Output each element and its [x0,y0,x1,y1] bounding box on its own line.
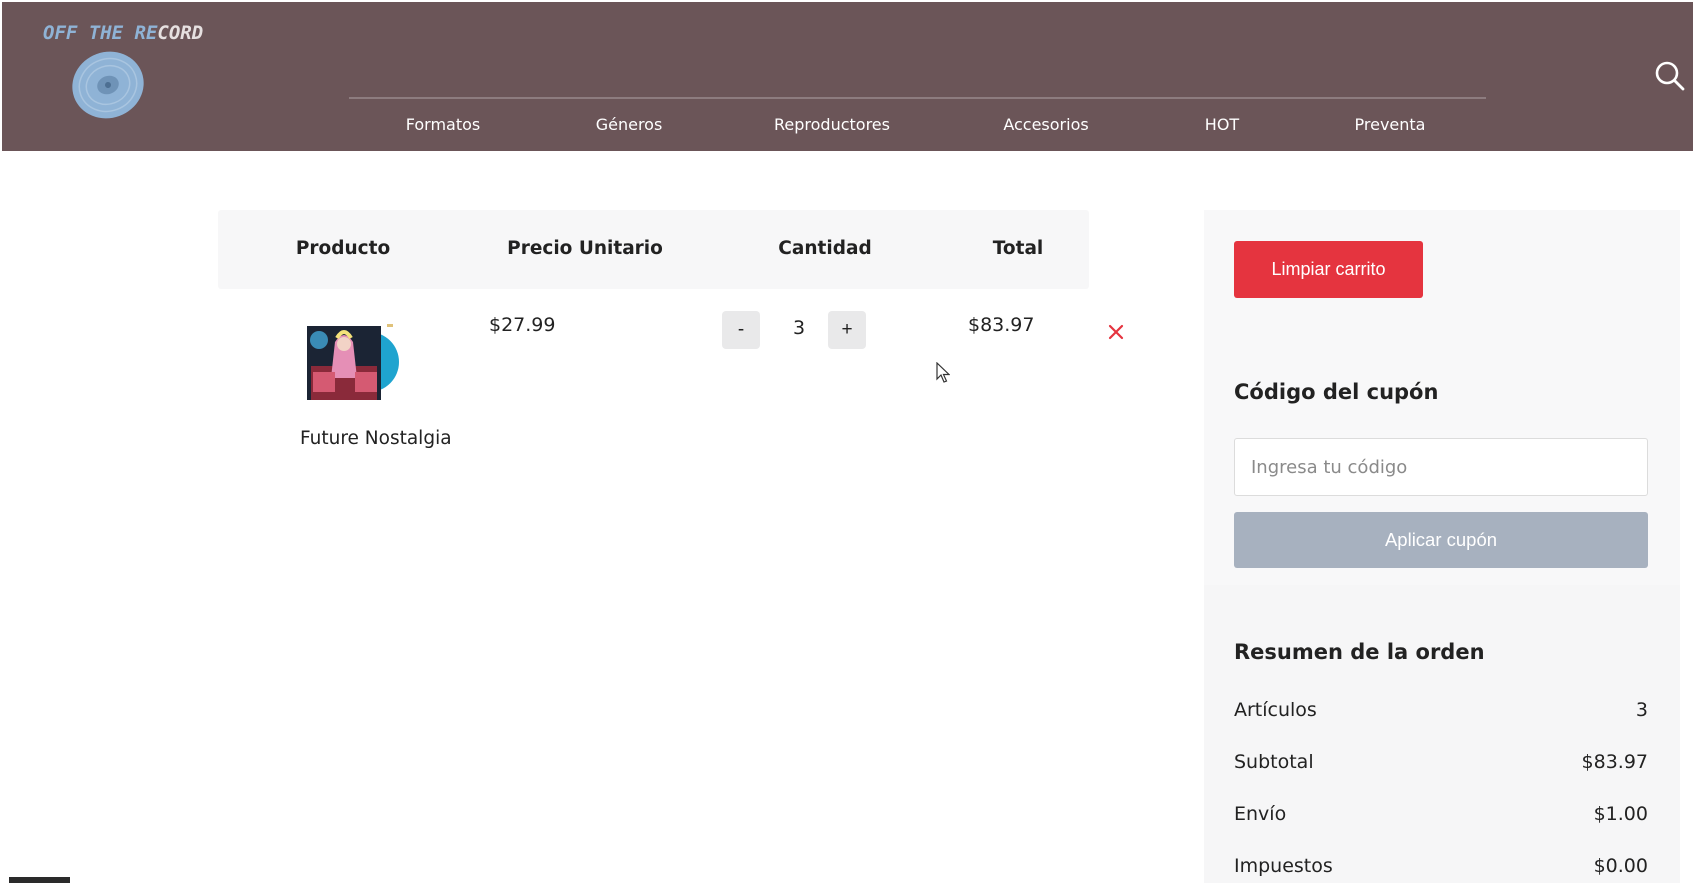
page: OFF THE RECORD Formatos Géneros Reproduc… [0,0,1693,883]
line-total: $83.97 [968,314,1035,336]
apply-coupon-button[interactable]: Aplicar cupón [1234,512,1648,568]
summary-label: Artículos [1234,699,1317,721]
summary-value: $0.00 [1593,855,1648,877]
coupon-title: Código del cupón [1234,380,1439,404]
cart-row: Future Nostalgia $27.99 - 3 + $83.97 [218,300,1124,460]
product-name[interactable]: Future Nostalgia [300,428,452,449]
search-icon [1655,61,1685,91]
nav-item-formatos[interactable]: Formatos [406,115,481,134]
summary-value: $83.97 [1581,751,1648,773]
logo-text-part1: OFF THE RE [43,22,158,44]
coupon-code-input[interactable] [1234,438,1648,496]
cart-table-header: Producto Precio Unitario Cantidad Total [218,210,1089,289]
logo-text-part2: CORD [157,22,204,44]
column-header-product: Producto [295,238,391,259]
summary-row-shipping: Envío $1.00 [1234,803,1648,829]
summary-label: Envío [1234,803,1287,825]
summary-row-subtotal: Subtotal $83.97 [1234,751,1648,777]
site-header: OFF THE RECORD Formatos Géneros Reproduc… [2,2,1693,151]
summary-row-items: Artículos 3 [1234,699,1648,725]
nav-item-reproductores[interactable]: Reproductores [774,115,890,134]
column-header-unit-price: Precio Unitario [507,238,663,259]
clear-cart-button[interactable]: Limpiar carrito [1234,241,1423,298]
quantity-increment-button[interactable]: + [828,311,866,349]
product-image[interactable] [307,322,403,402]
summary-label: Subtotal [1234,751,1314,773]
column-header-quantity: Cantidad [778,238,872,259]
quantity-value: 3 [792,317,806,339]
nav-divider [349,97,1486,99]
column-header-total: Total [992,238,1044,259]
vinyl-record-icon [72,51,144,119]
nav-item-generos[interactable]: Géneros [596,115,663,134]
summary-panel [1204,585,1680,883]
summary-value: $1.00 [1593,803,1648,825]
order-summary-title: Resumen de la orden [1234,640,1485,664]
nav-item-hot[interactable]: HOT [1205,115,1239,134]
summary-row-taxes: Impuestos $0.00 [1234,855,1648,881]
order-sidebar: Limpiar carrito Código del cupón Aplicar… [1204,210,1680,883]
nav-item-preventa[interactable]: Preventa [1355,115,1426,134]
close-icon [1108,324,1124,340]
quantity-decrement-button[interactable]: - [722,311,760,349]
nav-item-accesorios[interactable]: Accesorios [1003,115,1088,134]
main-nav: Formatos Géneros Reproductores Accesorio… [2,115,1693,141]
search-button[interactable] [1654,60,1686,92]
summary-label: Impuestos [1234,855,1333,877]
summary-value: 3 [1635,699,1648,721]
logo-text: OFF THE RECORD [43,22,203,44]
mouse-cursor-icon [936,362,950,383]
taskbar-fragment [9,877,70,883]
unit-price: $27.99 [489,314,556,336]
remove-item-button[interactable] [1106,322,1126,342]
